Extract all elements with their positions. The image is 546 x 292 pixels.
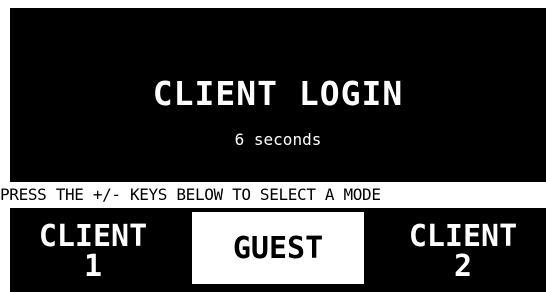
mode-client-2-label: CLIENT xyxy=(408,219,518,254)
mode-client-1-label: CLIENT xyxy=(38,219,148,254)
screen-title: CLIENT LOGIN xyxy=(152,74,404,113)
mode-client-2-number: 2 xyxy=(453,249,473,284)
mode-client-2[interactable]: CLIENT 2 xyxy=(380,208,546,292)
instruction-banner: PRESS THE +/- KEYS BELOW TO SELECT A MOD… xyxy=(0,182,546,208)
login-screen: CLIENT LOGIN 6 seconds PRESS THE +/- KEY… xyxy=(0,8,546,292)
mode-selector: CLIENT 1 GUEST CLIENT 2 xyxy=(10,208,546,292)
title-area: CLIENT LOGIN 6 seconds xyxy=(10,8,546,180)
countdown-timer: 6 seconds xyxy=(234,130,322,149)
mode-guest-label: GUEST xyxy=(232,231,324,266)
mode-client-1-number: 1 xyxy=(83,249,103,284)
mode-guest[interactable]: GUEST xyxy=(192,212,364,284)
mode-client-1[interactable]: CLIENT 1 xyxy=(10,208,176,292)
